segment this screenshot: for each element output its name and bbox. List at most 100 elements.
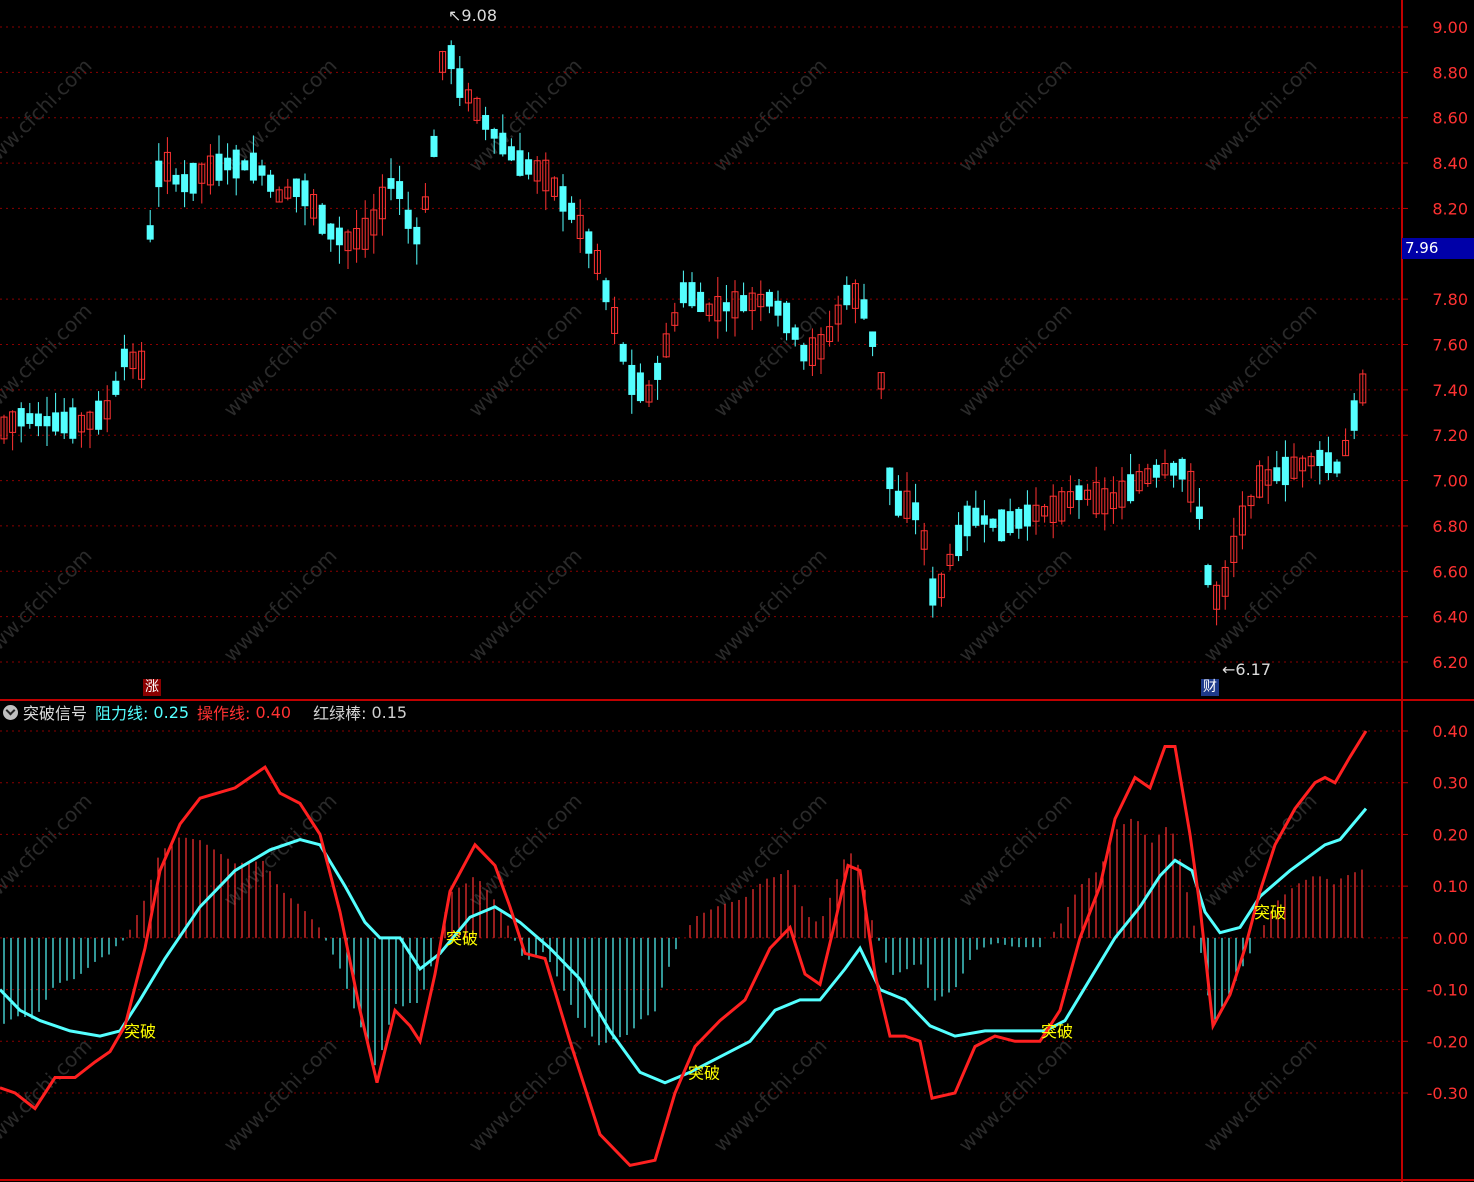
- candle-body-down: [912, 502, 920, 521]
- watermark-layer: www.cfchi.com www.cfchi.com www.cfchi.com w…: [0, 54, 1322, 1157]
- price-tick-label: 7.60: [1432, 336, 1468, 355]
- candle-body-down: [740, 295, 748, 312]
- candle-body-down: [843, 284, 851, 306]
- candle-body-down: [318, 204, 326, 234]
- operation-value: 0.40: [255, 702, 292, 722]
- candle-body-down: [189, 162, 197, 194]
- price-tick-label: 8.40: [1432, 154, 1468, 173]
- price-tick-label: 7.00: [1432, 472, 1468, 491]
- candle-body-down: [146, 225, 154, 240]
- candle-body-down: [783, 302, 791, 334]
- indicator-tick-label: 0.10: [1432, 877, 1468, 896]
- indicator-tick-label: -0.20: [1427, 1032, 1468, 1051]
- breakout-signal-label: 突破: [1254, 903, 1286, 922]
- price-tick-label: 7.80: [1432, 290, 1468, 309]
- watermark-text: www.cfchi.com: [954, 299, 1077, 422]
- candle-body-down: [1195, 506, 1203, 519]
- price-tick-label: 6.60: [1432, 562, 1468, 581]
- candle-body-down: [722, 302, 730, 312]
- candle-body-down: [568, 202, 576, 220]
- chart-canvas: www.cfchi.com www.cfchi.com www.cfchi.com w…: [0, 0, 1474, 1182]
- candle-body-down: [52, 412, 60, 432]
- breakout-signal-label: 突破: [124, 1022, 156, 1041]
- candle-body-down: [525, 159, 533, 175]
- breakout-signal-label: 突破: [446, 929, 478, 948]
- watermark-text: www.cfchi.com: [0, 299, 97, 422]
- resistance-label: 阻力线:: [95, 704, 149, 723]
- candle-body-down: [1333, 461, 1341, 474]
- candle-body-down: [1324, 452, 1332, 474]
- candle-body-down: [998, 509, 1006, 542]
- candle-body-down: [335, 227, 343, 246]
- candle-body-down: [1178, 458, 1186, 480]
- collapse-icon[interactable]: [3, 704, 18, 720]
- candle-body-down: [1350, 400, 1358, 431]
- candle-body-down: [1023, 504, 1031, 527]
- candle-body-down: [791, 327, 799, 340]
- watermark-text: www.cfchi.com: [709, 789, 832, 912]
- candle-body-down: [654, 362, 662, 380]
- watermark-text: www.cfchi.com: [219, 544, 342, 667]
- bar-label: 红绿棒:: [313, 704, 367, 723]
- price-tick-label: 9.00: [1432, 18, 1468, 37]
- candle-body-down: [292, 178, 300, 198]
- red-green-bars[interactable]: [3, 818, 1363, 1066]
- candle-body-down: [516, 150, 524, 176]
- indicator-tick-label: 0.20: [1432, 825, 1468, 844]
- candle-body-down: [499, 132, 507, 155]
- candle-body-down: [1273, 467, 1281, 482]
- candle-body-down: [1316, 449, 1324, 467]
- candle-body-down: [327, 223, 335, 240]
- candle-body-down: [697, 291, 705, 313]
- candle-body-down: [602, 280, 610, 303]
- candle-body-down: [26, 413, 34, 424]
- candle-body-down: [886, 467, 894, 490]
- candle-body-down: [774, 300, 782, 316]
- watermark-text: www.cfchi.com: [0, 789, 97, 912]
- candle-body-down: [980, 515, 988, 525]
- operation-label: 操作线:: [197, 704, 251, 723]
- candle-body-down: [34, 413, 42, 427]
- candle-body-down: [258, 165, 266, 176]
- watermark-text: www.cfchi.com: [219, 299, 342, 422]
- candle-body-down: [69, 407, 77, 439]
- candle-body-down: [120, 348, 128, 368]
- marker-zhang: 涨: [143, 679, 161, 696]
- candle-body-down: [869, 331, 877, 347]
- indicator-name: 突破信号: [23, 704, 88, 723]
- indicator-tick-label: 0.00: [1432, 929, 1468, 948]
- watermark-text: www.cfchi.com: [1199, 299, 1322, 422]
- candle-body-down: [43, 416, 51, 427]
- indicator-lines[interactable]: [0, 730, 1368, 1168]
- watermark-text: www.cfchi.com: [219, 1034, 342, 1157]
- price-tick-label: 6.20: [1432, 653, 1468, 672]
- high-price-label: ↖9.08: [448, 6, 497, 25]
- watermark-text: www.cfchi.com: [1199, 1034, 1322, 1157]
- candle-body-down: [989, 518, 997, 528]
- low-price-label: ←6.17: [1222, 660, 1271, 679]
- candle-body-down: [559, 186, 567, 212]
- candle-body-down: [619, 343, 627, 362]
- candle-body-down: [249, 152, 257, 181]
- price-tick-label: 7.20: [1432, 426, 1468, 445]
- candle-body-down: [963, 505, 971, 537]
- candle-body-down: [301, 180, 309, 207]
- candle-body-down: [232, 149, 240, 179]
- indicator-tick-label: 0.30: [1432, 774, 1468, 793]
- candle-body-down: [765, 291, 773, 307]
- price-tick-label: 8.80: [1432, 63, 1468, 82]
- candle-body-down: [172, 174, 180, 185]
- watermark-text: www.cfchi.com: [954, 789, 1077, 912]
- candle-body-down: [17, 408, 25, 427]
- candle-body-down: [894, 490, 902, 516]
- candle-body-down: [972, 507, 980, 526]
- candle-body-down: [1204, 565, 1212, 586]
- candlestick-series[interactable]: [0, 40, 1367, 626]
- indicator-tick-label: -0.10: [1427, 981, 1468, 1000]
- candle-body-down: [1281, 456, 1289, 486]
- candle-body-down: [215, 153, 223, 181]
- candle-body-down: [1075, 485, 1083, 501]
- price-tick-label: 8.20: [1432, 199, 1468, 218]
- breakout-signal-label: 突破: [1041, 1022, 1073, 1041]
- marker-cai: 财: [1201, 679, 1219, 696]
